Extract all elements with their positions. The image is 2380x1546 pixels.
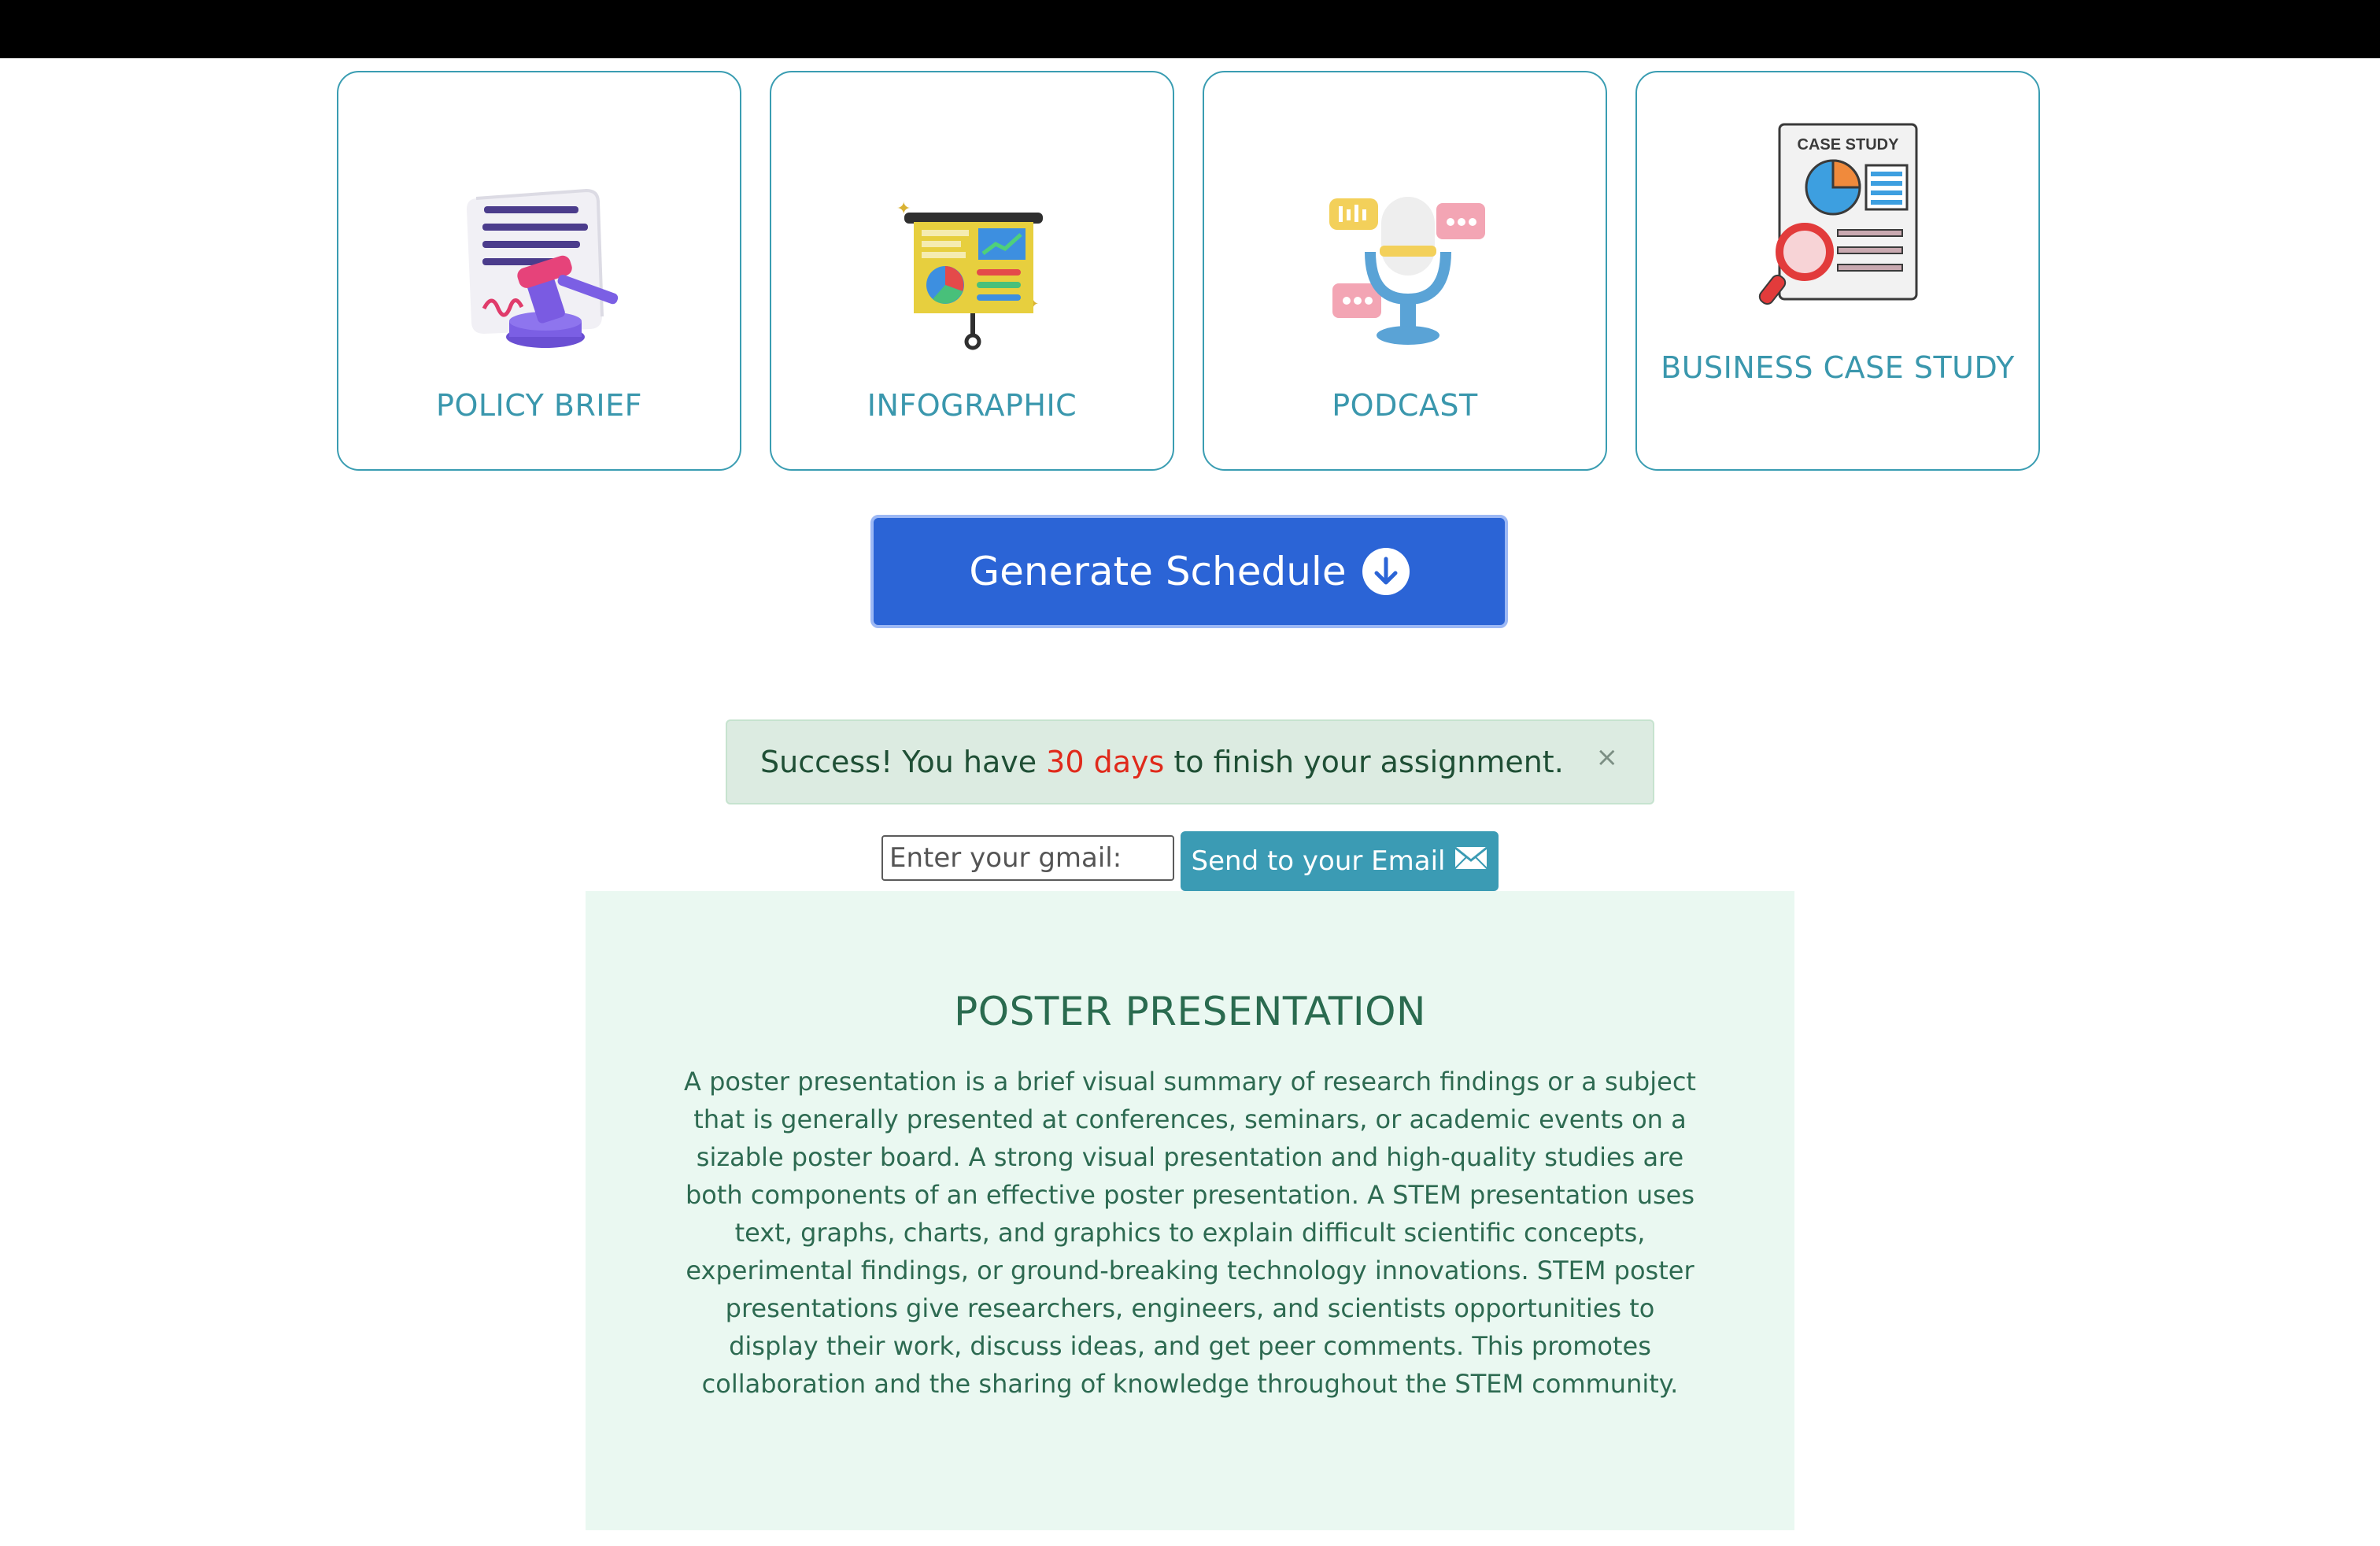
send-email-label: Send to your Email (1191, 845, 1446, 877)
card-policy-brief[interactable]: POLICY BRIEF (337, 71, 741, 471)
send-email-button[interactable]: Send to your Email (1181, 831, 1499, 891)
generate-schedule-label: Generate Schedule (969, 549, 1347, 594)
case-study-icon-text: CASE STUDY (1798, 136, 1900, 153)
card-label: INFOGRAPHIC (867, 388, 1077, 423)
alert-suffix: to finish your assignment. (1164, 745, 1564, 779)
alert-days: 30 days (1046, 745, 1165, 779)
poster-presentation-panel: POSTER PRESENTATION A poster presentatio… (586, 891, 1794, 1530)
panel-body: A poster presentation is a brief visual … (684, 1067, 1696, 1399)
alert-text: Success! You have 30 days to finish your… (760, 745, 1564, 779)
card-label: BUSINESS CASE STUDY (1661, 350, 2015, 385)
top-bar (0, 0, 2380, 58)
card-label: PODCAST (1332, 388, 1478, 423)
alert-prefix: Success! You have (760, 745, 1047, 779)
gavel-document-icon (453, 183, 626, 359)
arrow-down-circle-icon (1362, 548, 1410, 595)
card-podcast[interactable]: PODCAST (1203, 71, 1607, 471)
close-icon[interactable]: × (1596, 742, 1619, 773)
presentation-board-icon: ✦ ✦ (885, 190, 1059, 359)
case-study-icon: CASE STUDY (1751, 120, 1924, 320)
success-alert: Success! You have 30 days to finish your… (726, 719, 1654, 804)
panel-title: POSTER PRESENTATION (954, 989, 1426, 1034)
email-input[interactable] (881, 835, 1174, 881)
generate-schedule-button[interactable]: Generate Schedule (870, 515, 1508, 628)
microphone-icon (1318, 189, 1491, 365)
assignment-type-cards: POLICY BRIEF ✦ ✦ (0, 71, 2380, 474)
card-label: POLICY BRIEF (436, 388, 642, 423)
card-business-case-study[interactable]: CASE STUDY BUSINESS CASE STUDY (1635, 71, 2040, 471)
card-infographic[interactable]: ✦ ✦ INFOGRAPHIC (770, 71, 1174, 471)
envelope-icon (1454, 845, 1488, 877)
